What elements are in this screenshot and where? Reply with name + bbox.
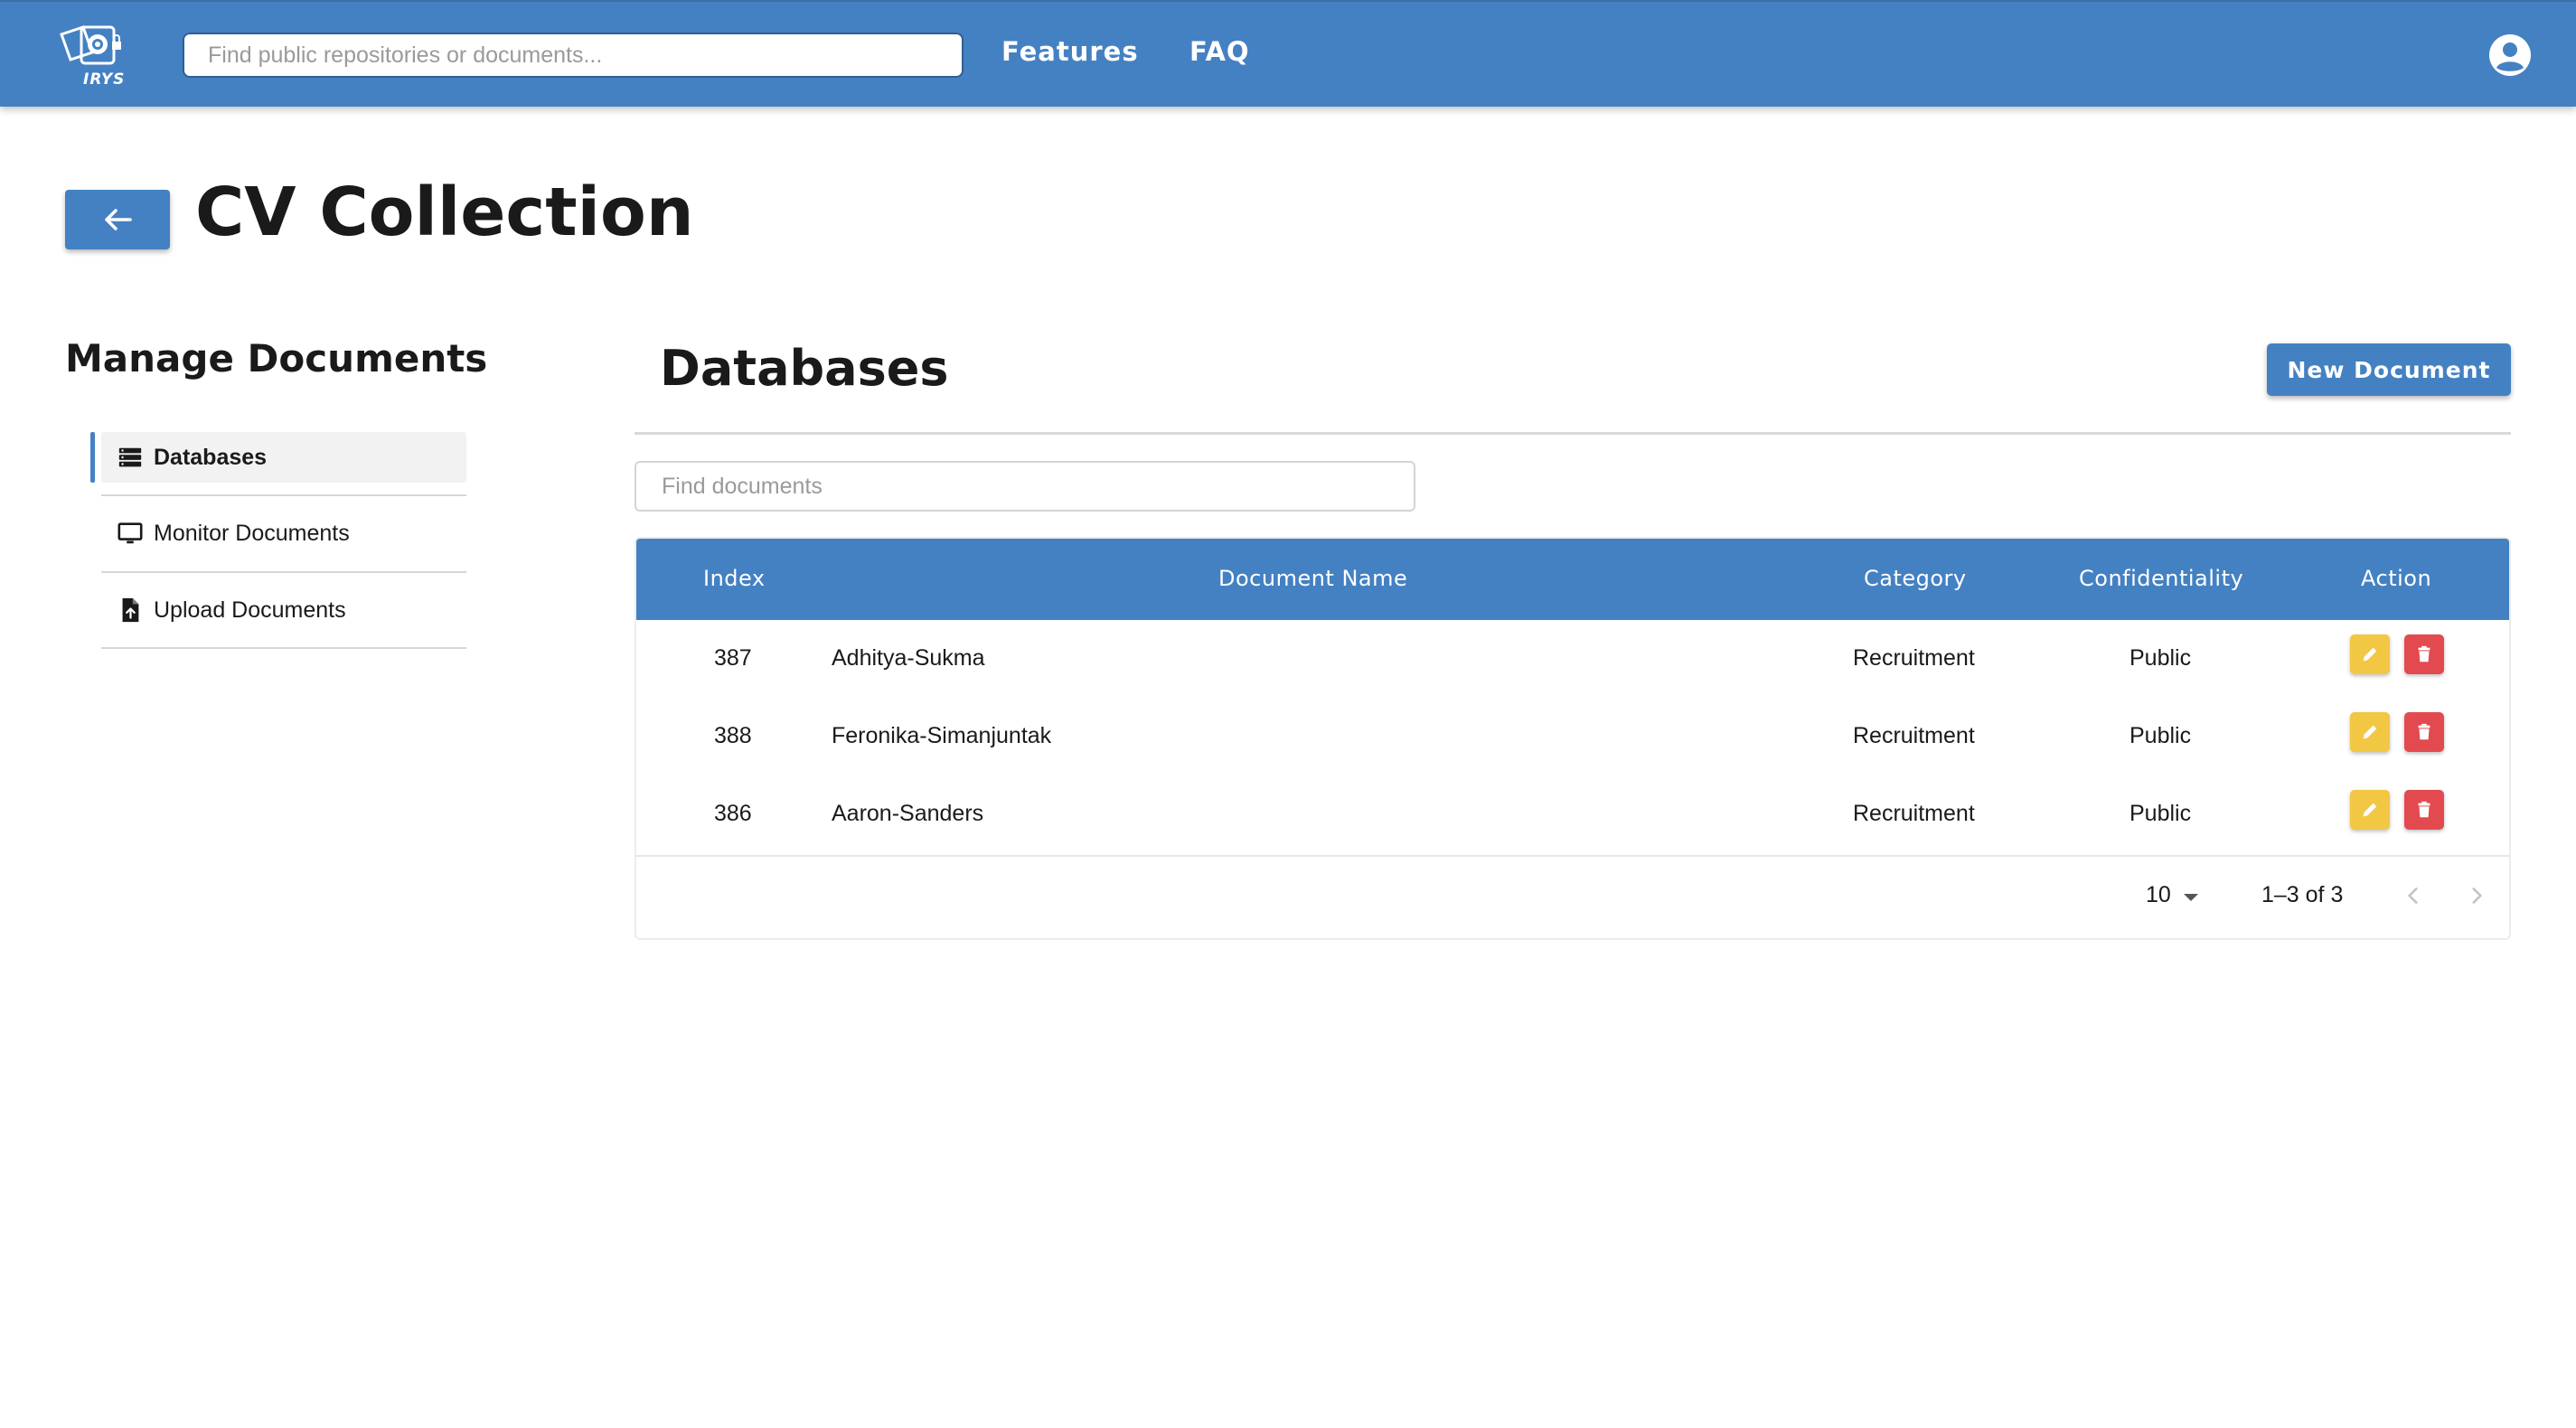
sidebar-item-label: Monitor Documents — [154, 520, 350, 546]
table-row[interactable]: 387 Adhitya-Sukma Recruitment Public — [636, 620, 2509, 698]
delete-button[interactable] — [2404, 790, 2444, 830]
new-document-button[interactable]: New Document — [2267, 343, 2511, 396]
next-page-button[interactable] — [2458, 875, 2495, 916]
pagination-range: 1–3 of 3 — [2261, 882, 2344, 907]
sidebar-item-label: Databases — [154, 444, 268, 470]
nav-link-faq[interactable]: FAQ — [1189, 36, 1250, 67]
trash-icon — [2418, 645, 2430, 662]
documents-table: Index Document Name Category Confidentia… — [635, 537, 2511, 940]
table-header: Index Document Name Category Confidentia… — [636, 539, 2509, 620]
arrow-left-icon — [105, 209, 132, 230]
table-footer-divider — [636, 855, 2509, 857]
back-button[interactable] — [65, 190, 170, 249]
rows-per-page-value: 10 — [2146, 882, 2171, 907]
previous-page-button[interactable] — [2395, 875, 2431, 916]
column-header-confidentiality[interactable]: Confidentiality — [2079, 566, 2243, 591]
pencil-icon — [2363, 647, 2377, 662]
database-icon — [116, 443, 145, 472]
sidebar-divider — [101, 647, 466, 649]
account-circle-icon[interactable] — [2487, 33, 2533, 78]
sidebar-item-upload-documents[interactable]: Upload Documents — [101, 585, 466, 635]
edit-button[interactable] — [2350, 712, 2390, 752]
cell-category: Recruitment — [1853, 645, 1975, 671]
file-upload-icon — [116, 596, 145, 625]
column-header-index[interactable]: Index — [703, 566, 766, 591]
cell-index: 388 — [714, 723, 752, 748]
delete-button[interactable] — [2404, 712, 2444, 752]
page-title: CV Collection — [195, 174, 694, 251]
chevron-right-icon — [2472, 888, 2483, 904]
sidebar-item-databases[interactable]: Databases — [101, 432, 466, 483]
cell-confidentiality: Public — [2129, 801, 2192, 826]
sidebar-active-indicator — [90, 432, 95, 483]
sidebar-divider — [101, 494, 466, 496]
global-search-input[interactable] — [183, 33, 964, 78]
delete-button[interactable] — [2404, 634, 2444, 674]
column-header-document-name[interactable]: Document Name — [1218, 566, 1407, 591]
sidebar-divider — [101, 571, 466, 573]
trash-icon — [2418, 801, 2430, 818]
monitor-icon — [116, 519, 145, 548]
cell-index: 387 — [714, 645, 752, 671]
pencil-icon — [2363, 803, 2377, 817]
nav-link-features[interactable]: Features — [1001, 36, 1139, 67]
cell-category: Recruitment — [1853, 801, 1975, 826]
cell-confidentiality: Public — [2129, 645, 2192, 671]
table-row[interactable]: 388 Feronika-Simanjuntak Recruitment Pub… — [636, 698, 2509, 775]
pencil-icon — [2363, 725, 2377, 739]
sidebar-item-monitor-documents[interactable]: Monitor Documents — [101, 508, 466, 559]
edit-button[interactable] — [2350, 790, 2390, 830]
table-row[interactable]: 386 Aaron-Sanders Recruitment Public — [636, 775, 2509, 853]
cell-document-name: Adhitya-Sukma — [832, 645, 985, 671]
trash-icon — [2418, 723, 2430, 740]
cell-document-name: Aaron-Sanders — [832, 801, 984, 826]
caret-down-icon — [2183, 893, 2198, 901]
cell-index: 386 — [714, 801, 752, 826]
section-title: Databases — [660, 340, 949, 397]
column-header-category[interactable]: Category — [1864, 566, 1967, 591]
logo-icon — [60, 25, 121, 65]
sidebar-title: Manage Documents — [65, 336, 488, 380]
section-divider — [635, 432, 2511, 435]
logo-text: IRYS — [83, 70, 126, 89]
cell-document-name: Feronika-Simanjuntak — [832, 723, 1052, 748]
document-search-input[interactable] — [635, 461, 1415, 512]
edit-button[interactable] — [2350, 634, 2390, 674]
cell-category: Recruitment — [1853, 723, 1975, 748]
column-header-action: Action — [2361, 566, 2432, 591]
chevron-left-icon — [2407, 888, 2418, 904]
sidebar-item-label: Upload Documents — [154, 597, 346, 623]
top-navbar: IRYS Features FAQ — [0, 0, 2576, 107]
cell-confidentiality: Public — [2129, 723, 2192, 748]
irys-logo[interactable]: IRYS — [56, 22, 134, 90]
rows-per-page-select[interactable]: 10 — [2146, 882, 2198, 908]
